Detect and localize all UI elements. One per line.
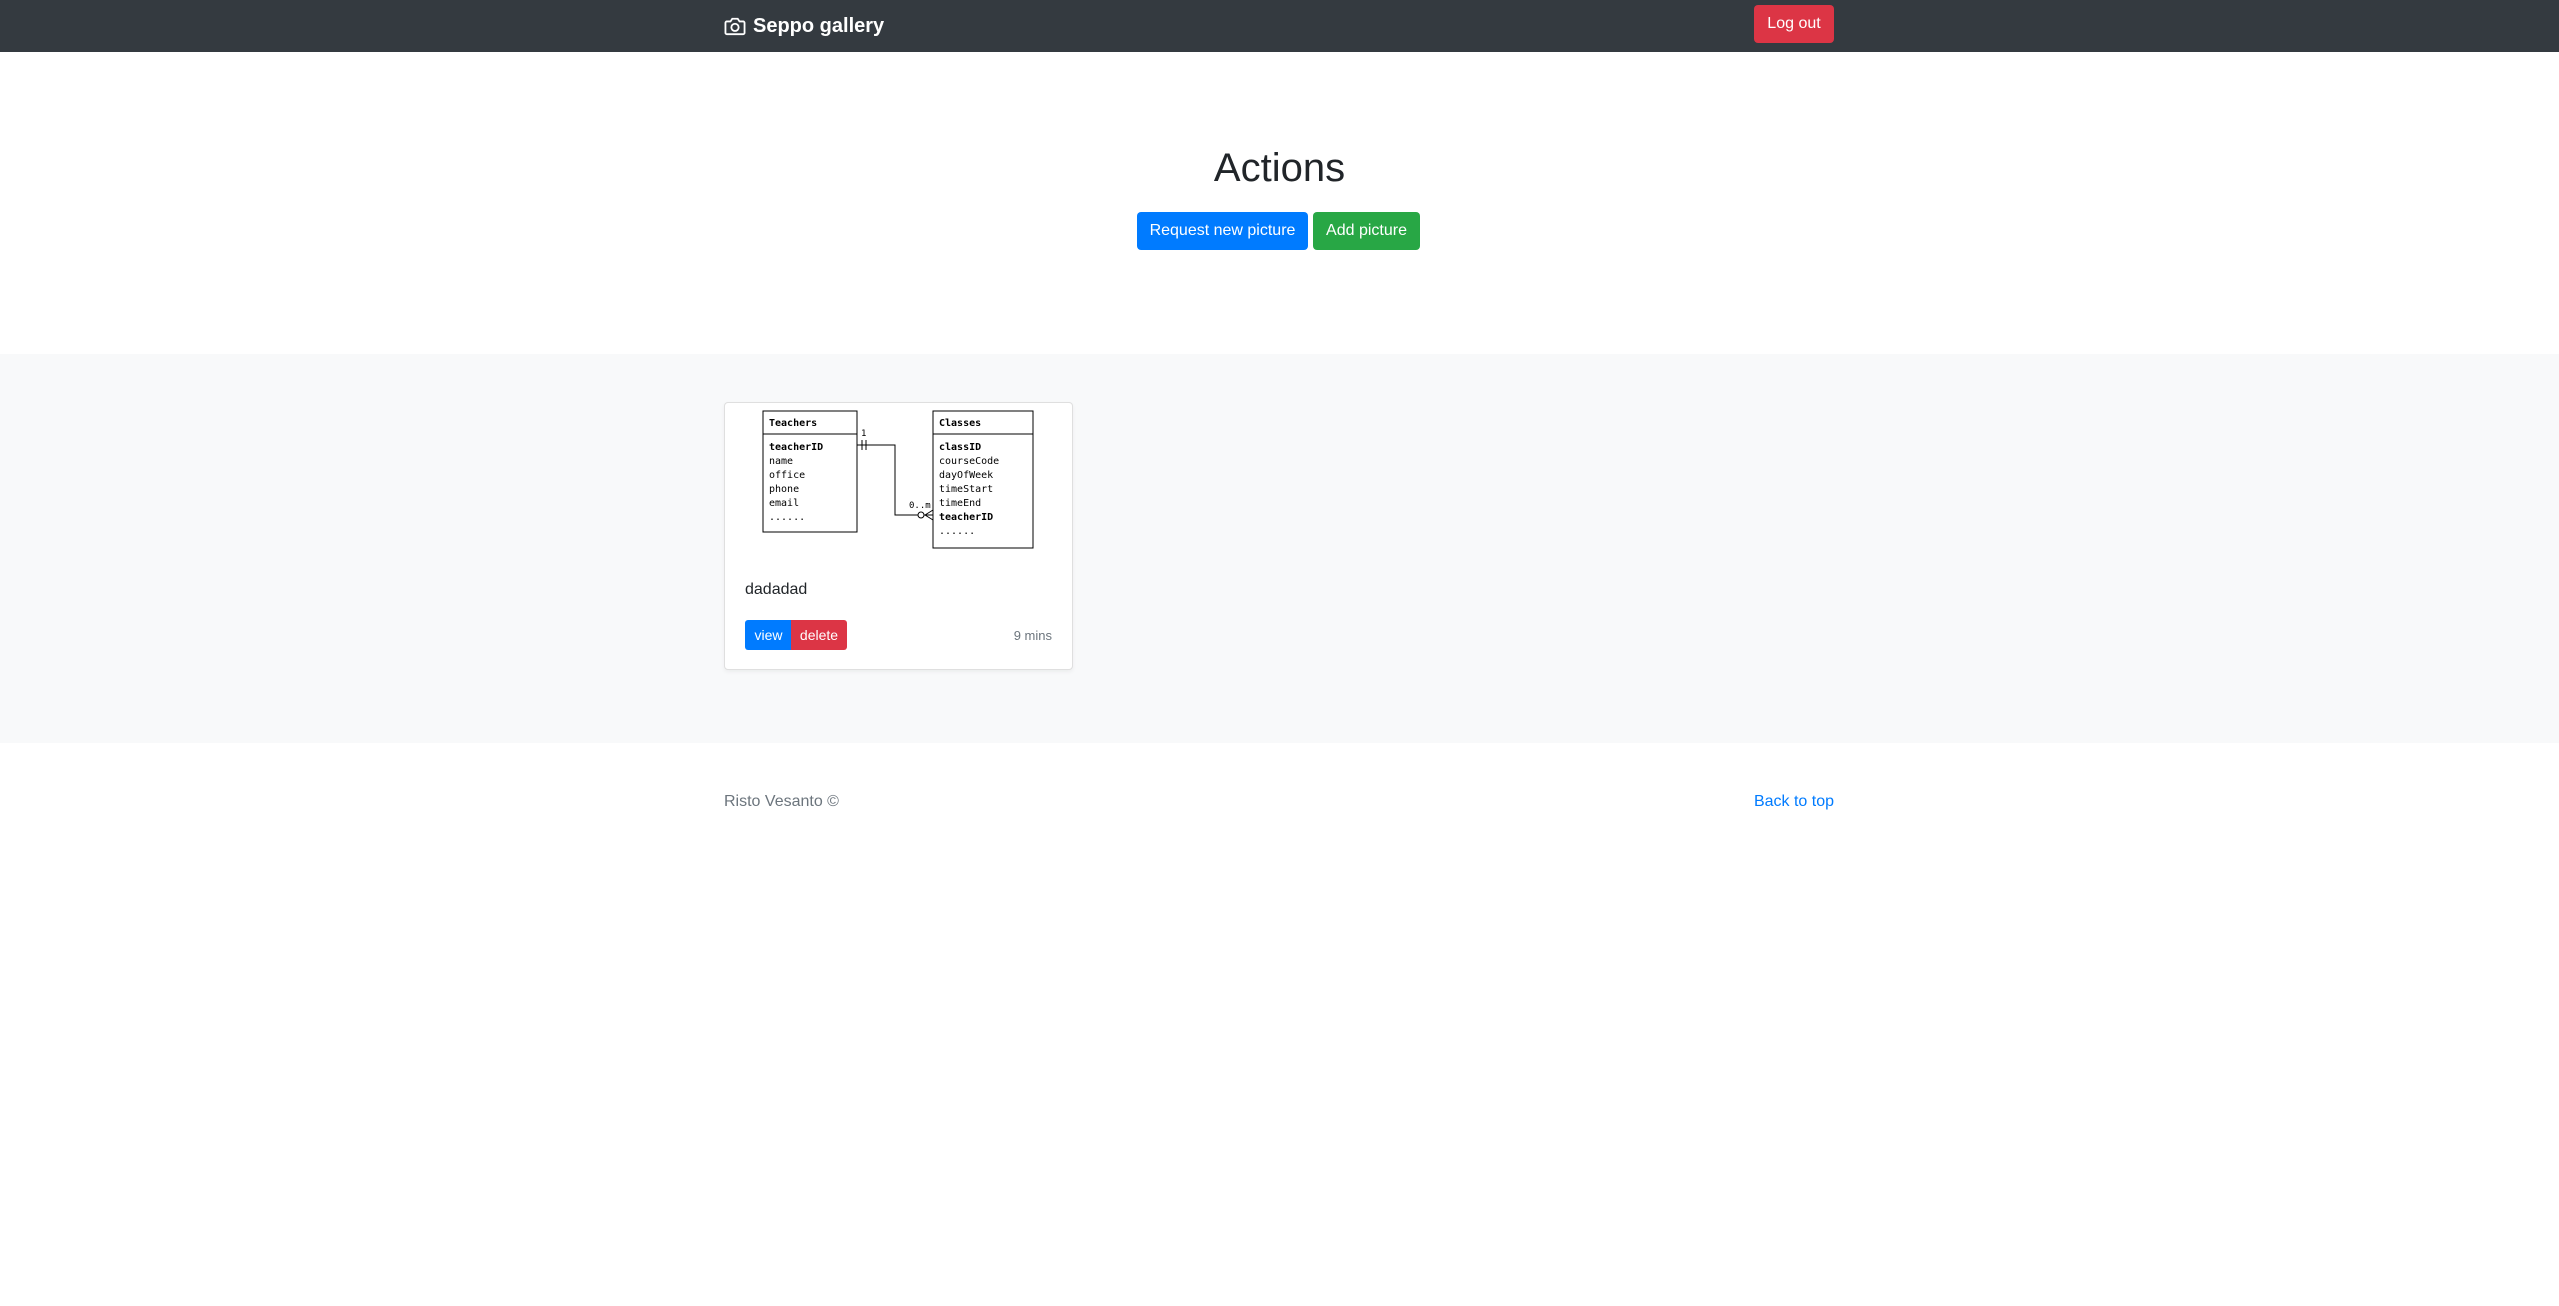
er-left-field: email bbox=[769, 498, 799, 509]
brand-title: Seppo gallery bbox=[753, 14, 885, 37]
delete-button[interactable]: delete bbox=[791, 620, 847, 650]
picture-thumbnail: Teachers teacherID name office phone ema… bbox=[762, 410, 1034, 549]
picture-caption: dadadad bbox=[745, 581, 808, 598]
er-right-field: courseCode bbox=[939, 456, 999, 467]
add-picture-button[interactable]: Add picture bbox=[1313, 212, 1420, 250]
er-cardinality-many: 0..m bbox=[909, 501, 931, 511]
er-right-field: teacherID bbox=[939, 512, 993, 523]
logout-button[interactable]: Log out bbox=[1754, 5, 1834, 43]
upload-time: 9 mins bbox=[1013, 628, 1052, 643]
back-to-top-link[interactable]: Back to top bbox=[1754, 793, 1834, 811]
er-left-table-name: Teachers bbox=[769, 418, 817, 429]
er-left-field: phone bbox=[769, 484, 799, 495]
er-right-table-name: Classes bbox=[939, 418, 981, 429]
actions-section: Actions Request new picture Add picture bbox=[0, 52, 2559, 354]
gallery-section: Teachers teacherID name office phone ema… bbox=[0, 354, 2559, 743]
er-cardinality-one: 1 bbox=[861, 429, 866, 439]
er-right-field: dayOfWeek bbox=[939, 470, 993, 481]
er-right-field: timeStart bbox=[939, 484, 993, 495]
er-left-field: name bbox=[769, 456, 793, 467]
er-right-field: timeEnd bbox=[939, 498, 981, 509]
navbar: Seppo gallery Log out bbox=[0, 0, 2559, 52]
camera-icon bbox=[724, 17, 746, 36]
er-left-field: teacherID bbox=[769, 442, 823, 453]
er-right-field: classID bbox=[939, 442, 981, 453]
footer-credit: Risto Vesanto © bbox=[724, 793, 839, 810]
brand-link[interactable]: Seppo gallery bbox=[724, 11, 884, 41]
picture-card: Teachers teacherID name office phone ema… bbox=[724, 402, 1073, 670]
request-new-picture-button[interactable]: Request new picture bbox=[1137, 212, 1308, 250]
er-left-field: ...... bbox=[769, 512, 805, 523]
actions-heading: Actions bbox=[1213, 146, 1346, 190]
footer: Risto Vesanto © Back to top bbox=[0, 743, 2559, 863]
view-button[interactable]: view bbox=[745, 620, 792, 650]
er-right-field: ...... bbox=[939, 526, 975, 537]
er-left-field: office bbox=[769, 470, 805, 481]
